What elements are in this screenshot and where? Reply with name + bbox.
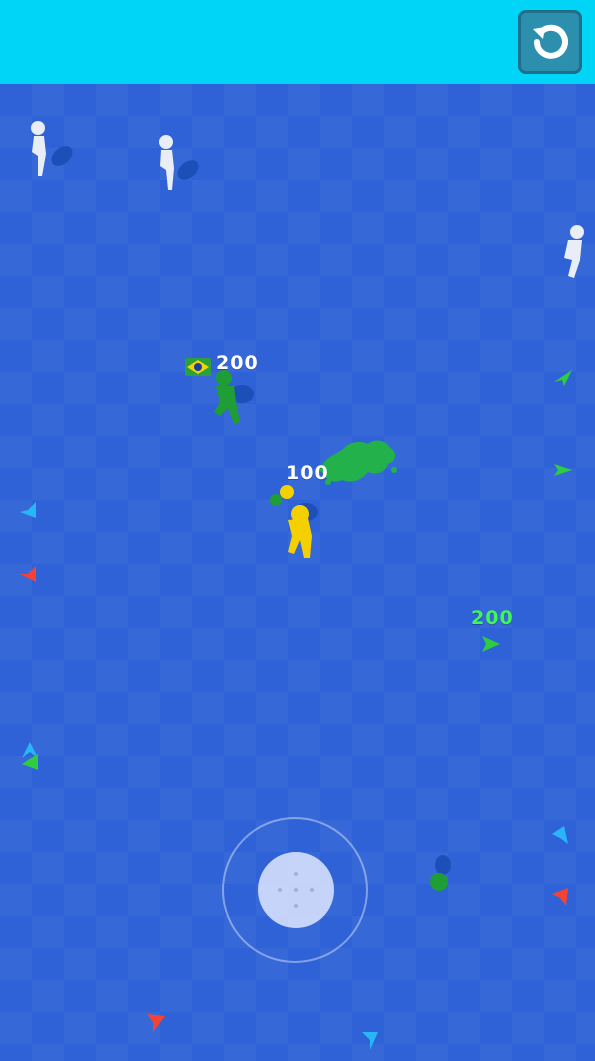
green-pickup-ball: [430, 855, 451, 891]
green-direction-arrow-icon: [554, 370, 572, 386]
neutral-character: [31, 121, 73, 176]
cyan-direction-arrow-icon: [552, 826, 568, 844]
green-enemy-character: [214, 370, 254, 424]
green-direction-arrow-icon: [22, 754, 38, 770]
green-direction-arrow-icon: [482, 636, 500, 652]
red-direction-arrow-icon: [147, 1014, 165, 1032]
green-direction-arrow-icon: [554, 464, 572, 476]
cyan-direction-arrow-icon: [362, 1032, 378, 1050]
player-score-label: 100: [286, 462, 329, 484]
offscreen-enemy-score-label: 200: [471, 607, 514, 629]
red-direction-arrow-icon: [20, 566, 36, 582]
restart-button[interactable]: [518, 10, 582, 74]
joystick-icon[interactable]: [258, 852, 334, 928]
cyan-direction-arrow-icon: [20, 502, 36, 518]
yellow-player-character: [270, 485, 318, 558]
neutral-character: [159, 135, 199, 190]
neutral-character: [564, 225, 584, 278]
red-direction-arrow-icon: [552, 888, 568, 906]
game-screen: 200 100 200: [0, 0, 595, 1061]
top-bar: [0, 0, 595, 84]
restart-icon: [533, 24, 568, 59]
